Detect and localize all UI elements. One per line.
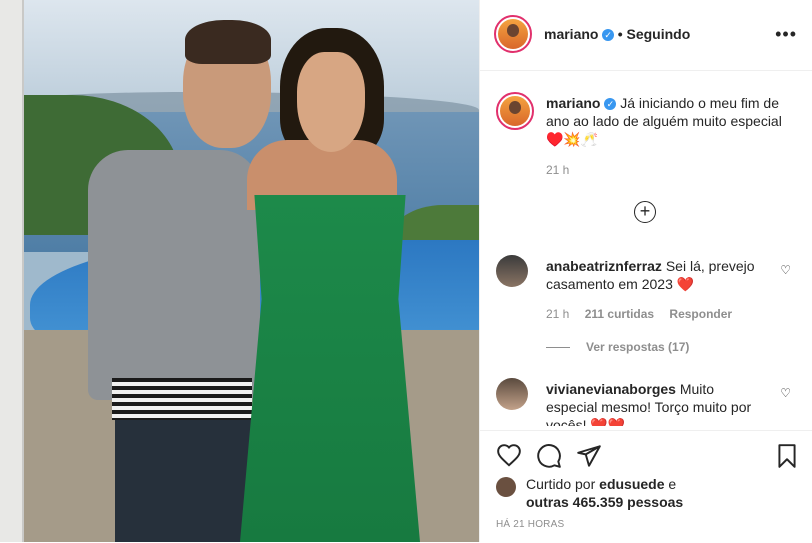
caption-avatar[interactable] — [496, 92, 534, 130]
caption-time[interactable]: 21 h — [546, 163, 569, 177]
photo-window-frame — [0, 0, 24, 542]
instagram-post: mariano ✓ • Seguindo ••• mariano ✓ Já in… — [0, 0, 812, 542]
comment-time[interactable]: 21 h — [546, 307, 569, 321]
verified-badge-icon: ✓ — [602, 29, 615, 41]
comment-body: vivianevianaborges Muito especial mesmo!… — [546, 380, 766, 426]
photo-man-legs — [115, 415, 260, 542]
comment-bubble-icon[interactable] — [536, 443, 562, 469]
post-sidebar: mariano ✓ • Seguindo ••• mariano ✓ Já in… — [479, 0, 812, 542]
load-more-comments-icon[interactable]: + — [634, 201, 656, 223]
post-header: mariano ✓ • Seguindo ••• — [480, 0, 812, 71]
replies-divider — [546, 346, 570, 348]
commenter-username[interactable]: vivianevianaborges — [546, 381, 676, 397]
other-likers[interactable]: outras 465.359 pessoas — [526, 494, 683, 510]
following-status[interactable]: • Seguindo — [618, 26, 691, 42]
caption-username[interactable]: mariano — [546, 95, 600, 111]
share-send-icon[interactable] — [576, 443, 602, 469]
likes-prefix: Curtido por — [526, 476, 596, 492]
comment-item: vivianevianaborges Muito especial mesmo!… — [496, 378, 801, 426]
like-heart-icon[interactable] — [496, 443, 522, 469]
like-comment-heart-icon[interactable]: ♡ — [780, 263, 791, 277]
liker-avatar[interactable] — [496, 477, 516, 497]
photo-man-shirt — [88, 150, 260, 400]
save-bookmark-icon[interactable] — [774, 443, 800, 469]
photo-man-hair — [185, 20, 271, 64]
commenter-avatar[interactable] — [496, 255, 528, 287]
view-replies-label: Ver respostas (17) — [586, 340, 690, 354]
post-actions: Curtido por edusuede e outras 465.359 pe… — [480, 430, 812, 543]
photo-man-stripes — [112, 378, 252, 420]
likes-connector: e — [668, 476, 677, 492]
photo-woman-face — [297, 52, 365, 152]
author-username[interactable]: mariano — [544, 26, 598, 42]
comment-body: anabeatriznferraz Sei lá, prevejo casame… — [546, 257, 766, 293]
view-replies-button[interactable]: Ver respostas (17) — [546, 340, 689, 354]
like-comment-heart-icon[interactable]: ♡ — [780, 386, 791, 400]
liker-username[interactable]: edusuede — [599, 476, 664, 492]
caption-body: mariano ✓ Já iniciando o meu fim de ano … — [546, 94, 796, 148]
comment-meta: 21 h 211 curtidas Responder — [546, 307, 744, 321]
commenter-avatar[interactable] — [496, 378, 528, 410]
commenter-username[interactable]: anabeatriznferraz — [546, 258, 662, 274]
photo-green-dress — [240, 195, 420, 542]
post-timestamp[interactable]: HÁ 21 HORAS — [496, 519, 564, 530]
comment-likes-count[interactable]: 211 curtidas — [585, 307, 654, 321]
more-options-icon[interactable]: ••• — [775, 24, 797, 45]
post-photo[interactable] — [0, 0, 479, 542]
likes-text: Curtido por edusuede e outras 465.359 pe… — [526, 475, 786, 511]
author-avatar[interactable] — [494, 15, 532, 53]
reply-button[interactable]: Responder — [669, 307, 732, 321]
verified-badge-icon: ✓ — [604, 98, 617, 110]
